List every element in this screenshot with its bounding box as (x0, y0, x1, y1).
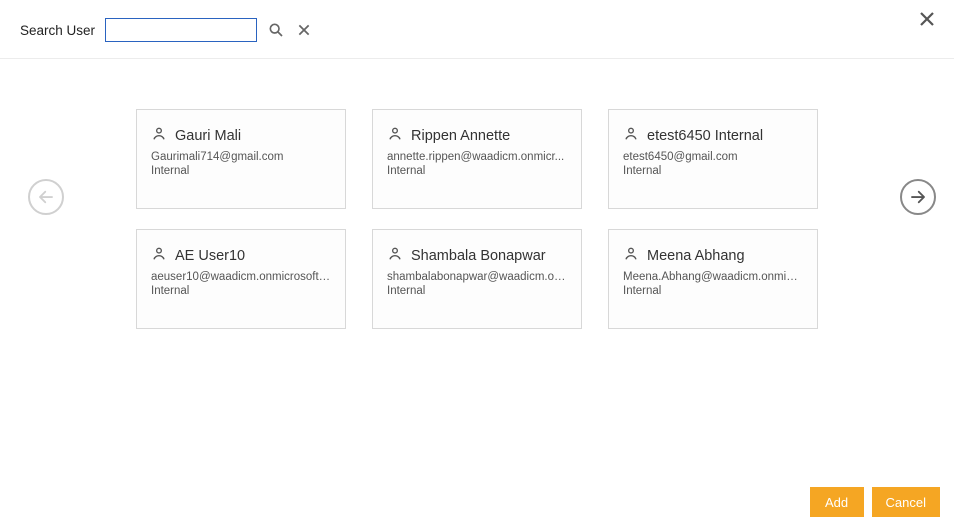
user-email: etest6450@gmail.com (623, 151, 803, 163)
cancel-button[interactable]: Cancel (872, 487, 940, 517)
user-card[interactable]: Rippen Annette annette.rippen@waadicm.on… (372, 109, 582, 209)
user-name: Gauri Mali (175, 128, 241, 144)
user-email: Gaurimali714@gmail.com (151, 151, 331, 163)
user-type: Internal (387, 285, 567, 297)
next-page-button[interactable] (900, 179, 936, 215)
person-icon (623, 246, 639, 265)
user-type: Internal (623, 165, 803, 177)
person-icon (151, 246, 167, 265)
user-email: annette.rippen@waadicm.onmicr... (387, 151, 567, 163)
clear-search-icon[interactable] (295, 21, 313, 39)
user-type: Internal (623, 285, 803, 297)
person-icon (387, 126, 403, 145)
user-type: Internal (151, 165, 331, 177)
user-card[interactable]: Meena Abhang Meena.Abhang@waadicm.onmicr… (608, 229, 818, 329)
search-icon[interactable] (267, 21, 285, 39)
person-icon (387, 246, 403, 265)
user-name: etest6450 Internal (647, 128, 763, 144)
user-card[interactable]: AE User10 aeuser10@waadicm.onmicrosoft..… (136, 229, 346, 329)
user-card[interactable]: Shambala Bonapwar shambalabonapwar@waadi… (372, 229, 582, 329)
user-name: Rippen Annette (411, 128, 510, 144)
search-input[interactable] (105, 18, 257, 42)
search-header: Search User (0, 0, 954, 59)
user-name: Meena Abhang (647, 248, 745, 264)
dialog-footer: Add Cancel (810, 487, 940, 517)
user-name: Shambala Bonapwar (411, 248, 546, 264)
search-label: Search User (20, 23, 95, 38)
prev-page-button[interactable] (28, 179, 64, 215)
user-pager: Gauri Mali Gaurimali714@gmail.com Intern… (0, 59, 954, 329)
person-icon (623, 126, 639, 145)
user-card[interactable]: Gauri Mali Gaurimali714@gmail.com Intern… (136, 109, 346, 209)
user-email: shambalabonapwar@waadicm.on... (387, 271, 567, 283)
close-icon[interactable] (918, 10, 940, 32)
user-card[interactable]: etest6450 Internal etest6450@gmail.com I… (608, 109, 818, 209)
user-name: AE User10 (175, 248, 245, 264)
person-icon (151, 126, 167, 145)
user-cards-grid: Gauri Mali Gaurimali714@gmail.com Intern… (80, 109, 874, 329)
user-email: Meena.Abhang@waadicm.onmicr... (623, 271, 803, 283)
user-type: Internal (151, 285, 331, 297)
add-button[interactable]: Add (810, 487, 864, 517)
user-type: Internal (387, 165, 567, 177)
user-email: aeuser10@waadicm.onmicrosoft.... (151, 271, 331, 283)
